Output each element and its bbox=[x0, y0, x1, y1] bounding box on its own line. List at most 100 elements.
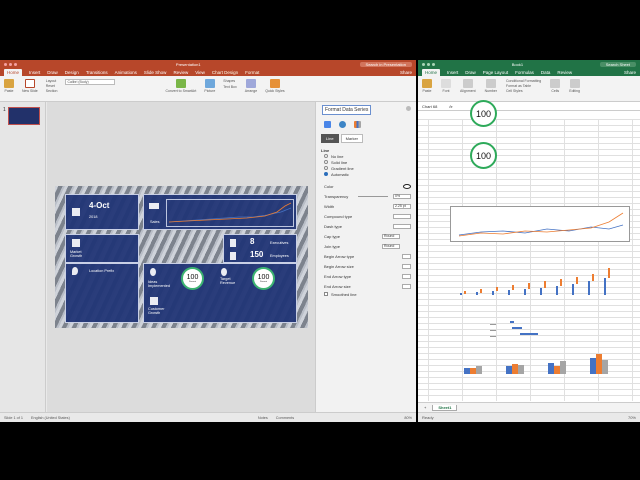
ppt-zoom-level[interactable]: 80% bbox=[404, 416, 412, 420]
number-group[interactable]: Number bbox=[485, 79, 497, 93]
ppt-tab-draw[interactable]: Draw bbox=[47, 70, 58, 75]
col-blue-8 bbox=[572, 284, 574, 295]
excel-paste-button[interactable]: Paste bbox=[422, 79, 432, 93]
end-arrow-type-select[interactable] bbox=[402, 273, 411, 279]
width-field[interactable]: 2.25 pt bbox=[393, 203, 411, 209]
fill-line-icon[interactable] bbox=[324, 121, 331, 128]
transparency-field[interactable]: 0% bbox=[393, 193, 411, 199]
market-panel[interactable]: Market Growth bbox=[65, 234, 139, 263]
radio-solid-line[interactable] bbox=[324, 160, 328, 164]
begin-arrow-type-select[interactable] bbox=[402, 253, 411, 259]
excel-clustered-chart[interactable] bbox=[458, 350, 618, 380]
sheet-tab-sheet1[interactable]: Sheet1 bbox=[432, 404, 458, 411]
ppt-tab-view[interactable]: View bbox=[195, 70, 205, 75]
percent-circle-2[interactable]: 100 Percent bbox=[252, 267, 275, 290]
ppt-search-box[interactable]: Search in Presentation bbox=[359, 61, 412, 67]
excel-zoom-level[interactable]: 70% bbox=[628, 415, 636, 420]
excel-tab-page-layout[interactable]: Page Layout bbox=[483, 70, 508, 75]
add-sheet-icon[interactable]: + bbox=[424, 405, 426, 410]
convert-smartart-button[interactable]: Convert to SmartArt bbox=[165, 79, 196, 93]
radio-automatic[interactable] bbox=[324, 172, 328, 176]
line-marker-tabs: Line Marker bbox=[321, 134, 416, 143]
window-controls[interactable] bbox=[4, 62, 17, 66]
font-group[interactable]: Font bbox=[441, 79, 451, 93]
date-panel[interactable]: 4-Oct 2018 bbox=[65, 194, 139, 230]
transparency-slider[interactable] bbox=[358, 195, 388, 197]
end-arrow-size-select[interactable] bbox=[402, 283, 411, 289]
close-pane-icon[interactable] bbox=[406, 106, 411, 111]
excel-tab-home[interactable]: Home bbox=[422, 68, 441, 76]
ppt-tab-animations[interactable]: Animations bbox=[115, 70, 137, 75]
cells-group[interactable]: Cells bbox=[550, 79, 561, 93]
conditional-formatting-button[interactable]: Conditional Formatting bbox=[506, 79, 541, 83]
excel-tab-draw[interactable]: Draw bbox=[465, 70, 476, 75]
dash-type-select[interactable] bbox=[393, 223, 411, 229]
ppt-tab-review[interactable]: Review bbox=[173, 70, 188, 75]
text-box-button[interactable]: Text Box bbox=[223, 85, 236, 89]
excel-tab-data[interactable]: Data bbox=[541, 70, 551, 75]
cell-styles-button[interactable]: Cell Styles bbox=[506, 89, 541, 93]
radio-no-line[interactable] bbox=[324, 154, 328, 158]
kpi-panel[interactable]: Ideas Implemented Customer Growth 100 Pe… bbox=[143, 263, 297, 323]
staff-panel[interactable]: 8 Executives 150 Employees bbox=[223, 234, 297, 263]
series-options-icon[interactable] bbox=[354, 121, 361, 128]
ppt-tab-design[interactable]: Design bbox=[65, 70, 79, 75]
excel-search-box[interactable]: Search Sheet bbox=[599, 61, 636, 67]
reset-button[interactable]: Reset bbox=[46, 84, 58, 88]
ppt-share-button[interactable]: Share bbox=[400, 70, 412, 75]
col-orange-6 bbox=[544, 281, 546, 288]
ppt-tab-insert[interactable]: Insert bbox=[29, 70, 40, 75]
smoothed-line-checkbox[interactable] bbox=[324, 292, 328, 296]
ppt-tab-slide-show[interactable]: Slide Show bbox=[144, 70, 167, 75]
notes-button[interactable]: Notes bbox=[258, 416, 268, 420]
sales-line-chart[interactable] bbox=[166, 199, 294, 227]
tab-marker[interactable]: Marker bbox=[340, 134, 364, 143]
slide-thumbnail[interactable] bbox=[8, 107, 40, 125]
compound-type-select[interactable] bbox=[393, 213, 411, 219]
excel-tab-formulas[interactable]: Formulas bbox=[515, 70, 534, 75]
excel-circle-bottom[interactable]: 100 bbox=[470, 142, 497, 169]
comments-button[interactable]: Comments bbox=[276, 416, 294, 420]
percent-circle-1[interactable]: 100 Percent bbox=[181, 267, 204, 290]
prop-end-arrow-size: End Arrow size bbox=[324, 281, 416, 291]
excel-column-chart[interactable] bbox=[456, 266, 616, 298]
fx-icon[interactable]: fx bbox=[449, 104, 452, 109]
excel-tab-review[interactable]: Review bbox=[557, 70, 572, 75]
layout-button[interactable]: Layout bbox=[46, 79, 58, 83]
excel-line-chart[interactable] bbox=[450, 206, 630, 242]
effects-icon[interactable] bbox=[339, 121, 346, 128]
arrange-button[interactable]: Arrange bbox=[245, 79, 257, 93]
begin-arrow-size-select[interactable] bbox=[402, 263, 411, 269]
paste-button[interactable]: Paste bbox=[4, 79, 14, 93]
location-panel[interactable]: Location Prefix bbox=[65, 263, 139, 323]
smoothed-line-option[interactable]: Smoothed line bbox=[324, 291, 416, 297]
ppt-tab-chart-design[interactable]: Chart Design bbox=[212, 70, 238, 75]
join-type-select[interactable]: Round bbox=[382, 243, 400, 249]
picture-button[interactable]: Picture bbox=[204, 79, 215, 93]
section-button[interactable]: Section bbox=[46, 89, 58, 93]
radio-gradient-line[interactable] bbox=[324, 166, 328, 170]
quick-styles-button[interactable]: Quick Styles bbox=[265, 79, 285, 93]
alignment-group[interactable]: Alignment bbox=[460, 79, 476, 93]
tab-line[interactable]: Line bbox=[321, 134, 339, 143]
cap-type-select[interactable]: Round bbox=[382, 233, 400, 239]
shapes-button[interactable]: Shapes bbox=[223, 79, 236, 83]
name-box[interactable]: Chart 68 bbox=[422, 104, 437, 109]
ppt-tab-transitions[interactable]: Transitions bbox=[86, 70, 108, 75]
ppt-tab-home[interactable]: Home bbox=[4, 68, 23, 76]
excel-window-title: Book1 bbox=[511, 61, 524, 67]
slide[interactable]: 4-Oct 2018 Sales Market Growth 8 Executi… bbox=[55, 186, 308, 328]
excel-share-button[interactable]: Share bbox=[624, 70, 636, 75]
editing-group[interactable]: Editing bbox=[569, 79, 580, 93]
color-picker[interactable] bbox=[403, 183, 411, 189]
sales-chart-panel[interactable]: Sales bbox=[143, 194, 297, 230]
language-status[interactable]: English (United States) bbox=[31, 416, 70, 420]
format-as-table-button[interactable]: Format as Table bbox=[506, 84, 541, 88]
font-name-select[interactable]: Calibri (Body) bbox=[65, 79, 116, 85]
excel-gantt-chart[interactable] bbox=[488, 318, 548, 342]
excel-circle-top[interactable]: 100 bbox=[470, 100, 497, 127]
ppt-tab-format[interactable]: Format bbox=[245, 70, 259, 75]
excel-window-controls[interactable] bbox=[422, 62, 435, 66]
new-slide-button[interactable]: New Slide bbox=[22, 79, 38, 93]
excel-tab-insert[interactable]: Insert bbox=[447, 70, 458, 75]
